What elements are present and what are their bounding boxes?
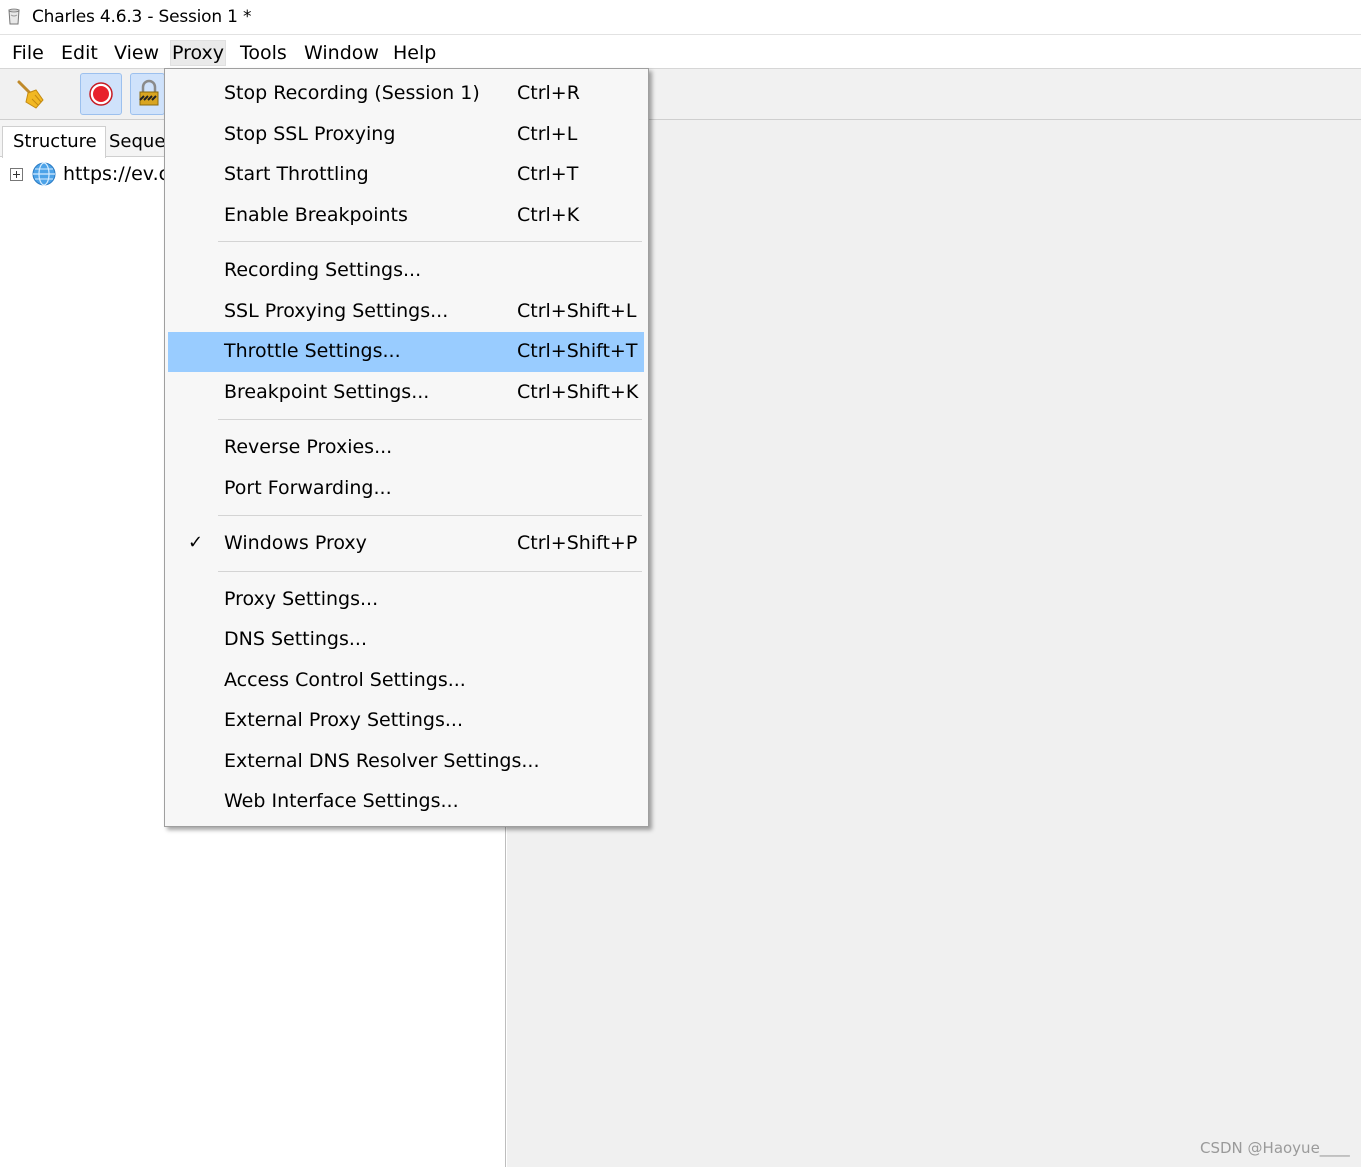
tab-structure[interactable]: Structure: [2, 126, 106, 158]
menu-file[interactable]: File: [11, 41, 45, 65]
tab-sequence[interactable]: Seque: [99, 127, 169, 157]
menu-view[interactable]: View: [113, 41, 160, 65]
menu-item-web-interface-settings[interactable]: Web Interface Settings...: [168, 782, 644, 822]
menu-item-stop-ssl-proxying[interactable]: Stop SSL Proxying Ctrl+L: [168, 115, 644, 155]
menu-item-label: Breakpoint Settings...: [224, 381, 430, 403]
menu-item-label: Web Interface Settings...: [224, 790, 459, 812]
menu-item-shortcut: Ctrl+T: [517, 163, 579, 185]
globe-icon: [32, 162, 56, 186]
menu-item-ssl-proxying-settings[interactable]: SSL Proxying Settings... Ctrl+Shift+L: [168, 292, 644, 332]
host-label: https://ev.cs: [63, 163, 179, 185]
watermark: CSDN @Haoyue____: [1200, 1139, 1350, 1157]
record-toggle-button[interactable]: [80, 73, 122, 115]
menu-item-label: Reverse Proxies...: [224, 436, 393, 458]
menu-item-windows-proxy[interactable]: ✓ Windows Proxy Ctrl+Shift+P: [168, 524, 644, 564]
menu-item-label: External Proxy Settings...: [224, 709, 464, 731]
menu-item-port-forwarding[interactable]: Port Forwarding...: [168, 469, 644, 509]
clear-session-button[interactable]: [10, 73, 50, 113]
menu-separator: [218, 515, 642, 516]
menu-item-label: Throttle Settings...: [224, 340, 401, 362]
record-icon: [89, 82, 113, 106]
menu-item-enable-breakpoints[interactable]: Enable Breakpoints Ctrl+K: [168, 196, 644, 236]
menu-item-label: Proxy Settings...: [224, 588, 379, 610]
menu-item-reverse-proxies[interactable]: Reverse Proxies...: [168, 428, 644, 468]
menu-item-recording-settings[interactable]: Recording Settings...: [168, 251, 644, 291]
menu-item-label: Recording Settings...: [224, 259, 422, 281]
menu-item-shortcut: Ctrl+R: [517, 82, 580, 104]
ssl-proxying-toggle-button[interactable]: [130, 73, 165, 115]
menu-item-access-control-settings[interactable]: Access Control Settings...: [168, 661, 644, 701]
menu-item-label: Windows Proxy: [224, 532, 367, 554]
title-bar: Charles 4.6.3 - Session 1 *: [0, 0, 1361, 35]
menu-item-shortcut: Ctrl+Shift+L: [517, 300, 637, 322]
menu-item-dns-settings[interactable]: DNS Settings...: [168, 620, 644, 660]
menu-item-label: Stop SSL Proxying: [224, 123, 396, 145]
menu-item-label: Stop Recording (Session 1): [224, 82, 480, 104]
menu-item-throttle-settings[interactable]: Throttle Settings... Ctrl+Shift+T: [168, 332, 644, 372]
menu-item-label: Enable Breakpoints: [224, 204, 408, 226]
menu-item-label: Port Forwarding...: [224, 477, 392, 499]
charles-app-icon: [8, 8, 20, 25]
menu-item-external-dns-resolver-settings[interactable]: External DNS Resolver Settings...: [168, 742, 644, 782]
lock-icon: [139, 79, 159, 106]
menu-item-stop-recording[interactable]: Stop Recording (Session 1) Ctrl+R: [168, 74, 644, 114]
menu-item-label: SSL Proxying Settings...: [224, 300, 449, 322]
menu-item-label: Access Control Settings...: [224, 669, 466, 691]
menu-edit[interactable]: Edit: [60, 41, 99, 65]
window-title: Charles 4.6.3 - Session 1 *: [32, 7, 252, 27]
menu-window[interactable]: Window: [303, 41, 380, 65]
menu-item-label: Start Throttling: [224, 163, 369, 185]
expand-icon[interactable]: [10, 168, 23, 181]
menu-item-label: DNS Settings...: [224, 628, 367, 650]
checkmark-icon: ✓: [188, 532, 204, 553]
menu-item-start-throttling[interactable]: Start Throttling Ctrl+T: [168, 155, 644, 195]
menu-item-label: External DNS Resolver Settings...: [224, 750, 540, 772]
menu-item-external-proxy-settings[interactable]: External Proxy Settings...: [168, 701, 644, 741]
menu-separator: [218, 241, 642, 242]
menu-proxy[interactable]: Proxy: [169, 40, 227, 66]
menu-item-breakpoint-settings[interactable]: Breakpoint Settings... Ctrl+Shift+K: [168, 373, 644, 413]
broom-icon: [17, 80, 44, 109]
menu-item-shortcut: Ctrl+L: [517, 123, 578, 145]
menu-item-proxy-settings[interactable]: Proxy Settings...: [168, 580, 644, 620]
proxy-menu-dropdown: Stop Recording (Session 1) Ctrl+R Stop S…: [164, 68, 649, 827]
menu-separator: [218, 419, 642, 420]
menu-help[interactable]: Help: [392, 41, 437, 65]
menu-item-shortcut: Ctrl+Shift+T: [517, 340, 638, 362]
menu-item-shortcut: Ctrl+Shift+K: [517, 381, 639, 403]
menu-bar: File Edit View Proxy Tools Window Help: [0, 35, 1361, 69]
menu-separator: [218, 571, 642, 572]
menu-item-shortcut: Ctrl+K: [517, 204, 580, 226]
menu-tools[interactable]: Tools: [239, 41, 288, 65]
menu-item-shortcut: Ctrl+Shift+P: [517, 532, 638, 554]
